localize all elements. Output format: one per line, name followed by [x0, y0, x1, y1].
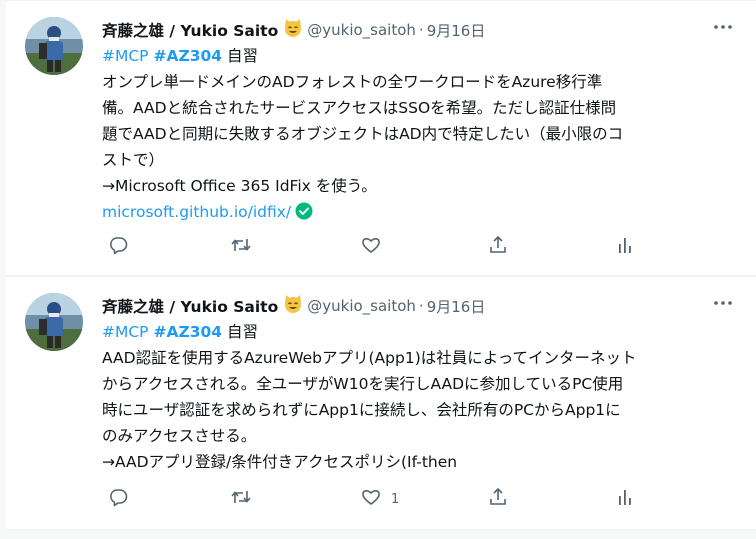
tweet-date[interactable]: 9月16日: [427, 296, 486, 317]
tweet[interactable]: 斉藤之雄 / Yukio Saito @yukio_saitoh · 9月16日: [6, 0, 756, 276]
green-check-icon: [295, 202, 313, 228]
share-icon: [488, 235, 508, 259]
tweet-header: 斉藤之雄 / Yukio Saito @yukio_saitoh · 9月16日: [102, 18, 485, 42]
hashtag-mcp[interactable]: #MCP: [102, 47, 149, 65]
analytics-icon: [615, 235, 635, 259]
retweet-button[interactable]: [230, 487, 262, 511]
share-button[interactable]: [488, 235, 518, 259]
tweet-link[interactable]: microsoft.github.io/idfix/: [102, 203, 291, 221]
hashtag-suffix: 自習: [222, 323, 258, 341]
text-line: 題でAADと同期に失敗するオブジェクトはAD内で特定したい（最小限のコ: [102, 125, 624, 143]
reply-icon: [108, 487, 128, 511]
analytics-button[interactable]: [615, 235, 645, 259]
hashtag-az304[interactable]: #AZ304: [153, 47, 222, 65]
heart-icon: [361, 487, 381, 511]
separator-dot: ·: [418, 21, 424, 39]
tweet-date[interactable]: 9月16日: [427, 20, 486, 41]
hashtag-suffix: 自習: [222, 47, 258, 65]
heart-icon: [361, 235, 381, 259]
like-button[interactable]: 1: [361, 487, 399, 511]
text-line: →Microsoft Office 365 IdFix を使う。: [102, 177, 377, 195]
tweet-text: #MCP #AZ304 自習 AAD認証を使用するAzureWebアプリ(App…: [102, 319, 742, 475]
hashtag-line: #MCP #AZ304 自習: [102, 43, 742, 69]
text-line: 時にユーザ認証を求められずにApp1に接続し、会社所有のPCからApp1に: [102, 401, 621, 419]
tweet-actions: 1: [102, 487, 642, 511]
analytics-icon: [615, 487, 635, 511]
reply-icon: [108, 235, 128, 259]
like-count: 1: [391, 491, 400, 507]
more-icon[interactable]: [712, 297, 734, 309]
link-line: microsoft.github.io/idfix/: [102, 199, 742, 228]
reply-button[interactable]: [108, 235, 138, 259]
avatar[interactable]: [25, 293, 83, 351]
hashtag-mcp[interactable]: #MCP: [102, 323, 149, 341]
author-name[interactable]: 斉藤之雄 / Yukio Saito: [102, 19, 278, 41]
share-icon: [488, 487, 508, 511]
avatar[interactable]: [25, 17, 83, 75]
tweet-text: #MCP #AZ304 自習 オンプレ単一ドメインのADフォレストの全ワークロー…: [102, 43, 742, 228]
text-line: からアクセスされる。全ユーザがW10を実行しAADに参加しているPC使用: [102, 375, 624, 393]
author-handle[interactable]: @yukio_saitoh: [307, 21, 416, 39]
retweet-icon: [230, 235, 252, 259]
author-handle[interactable]: @yukio_saitoh: [307, 297, 416, 315]
text-line: AAD認証を使用するAzureWebアプリ(App1)は社員によってインターネッ…: [102, 349, 637, 367]
retweet-button[interactable]: [230, 235, 262, 259]
tweet[interactable]: 斉藤之雄 / Yukio Saito @yukio_saitoh · 9月16日: [6, 276, 756, 530]
text-line: ストで）: [102, 151, 165, 169]
hashtag-az304[interactable]: #AZ304: [153, 323, 222, 341]
retweet-icon: [230, 487, 252, 511]
reply-button[interactable]: [108, 487, 138, 511]
share-button[interactable]: [488, 487, 518, 511]
more-icon[interactable]: [712, 21, 734, 33]
author-name[interactable]: 斉藤之雄 / Yukio Saito: [102, 295, 278, 317]
hashtag-line: #MCP #AZ304 自習: [102, 319, 742, 345]
text-line: 備。AADと統合されたサービスアクセスはSSOを希望。ただし認証仕様問: [102, 99, 617, 117]
timeline: 斉藤之雄 / Yukio Saito @yukio_saitoh · 9月16日: [0, 0, 756, 539]
smiling-cat-emoji: [283, 294, 303, 318]
text-line: オンプレ単一ドメインのADフォレストの全ワークロードをAzure移行準: [102, 73, 603, 91]
text-line: のみアクセスさせる。: [102, 427, 257, 445]
analytics-button[interactable]: [615, 487, 645, 511]
like-button[interactable]: [361, 235, 391, 259]
separator-dot: ·: [418, 297, 424, 315]
tweet-actions: [102, 235, 642, 259]
smiling-cat-emoji: [283, 18, 303, 42]
tweet-header: 斉藤之雄 / Yukio Saito @yukio_saitoh · 9月16日: [102, 294, 485, 318]
text-line: →AADアプリ登録/条件付きアクセスポリシ(If-then: [102, 453, 458, 471]
